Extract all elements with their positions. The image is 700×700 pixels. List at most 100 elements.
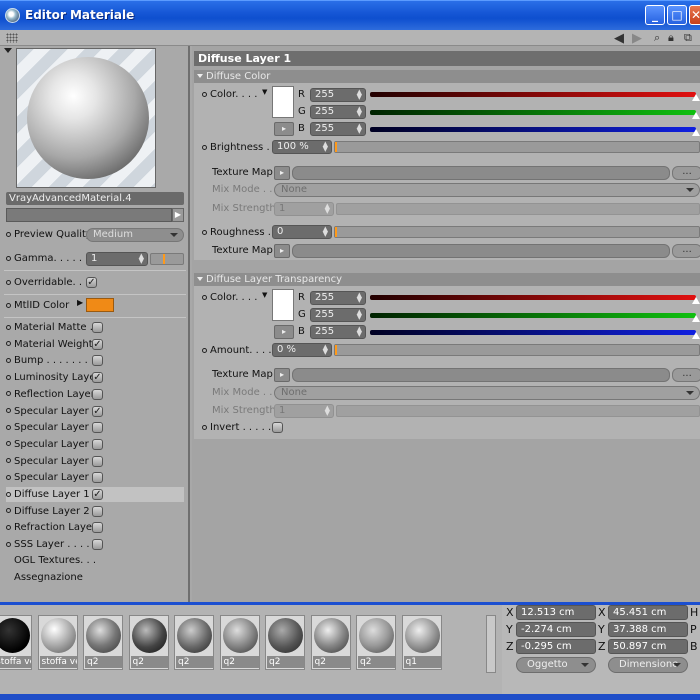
layer-checkbox[interactable] (92, 472, 103, 484)
transparency-color-swatch[interactable] (272, 289, 294, 321)
t-texture-map-browse-button[interactable]: ... (672, 368, 700, 382)
layer-item[interactable]: SSS Layer . . . . . (6, 537, 184, 552)
layer-item[interactable]: Specular Layer 1 ✓ (6, 404, 184, 419)
t-r-color-slider[interactable] (370, 295, 696, 300)
g-color-slider[interactable] (370, 110, 696, 115)
material-thumbnail[interactable]: stoffa ve (0, 615, 32, 670)
texture-map-2-browse-button[interactable]: ... (672, 244, 700, 258)
x-position-field[interactable]: 12.513 cm (516, 605, 596, 620)
layer-checkbox[interactable] (92, 438, 103, 450)
t-mix-strength-slider[interactable] (336, 405, 700, 417)
texture-map-arrow-button[interactable]: ▸ (274, 166, 290, 180)
layer-item[interactable]: Diffuse Layer 1 ✓ (6, 487, 184, 502)
layer-item[interactable]: Material Matte . . (6, 320, 184, 335)
material-name[interactable]: VrayAdvancedMaterial.4 (6, 192, 184, 205)
layer-item[interactable]: Diffuse Layer 2 (6, 504, 184, 519)
t-mix-strength-field[interactable]: 1 ▲ ▼ (274, 404, 334, 418)
z-position-field[interactable]: -0.295 cm (516, 639, 596, 654)
t-color-picker-button[interactable]: ▸ (274, 325, 294, 339)
diffuse-color-group-title[interactable]: Diffuse Color (194, 70, 700, 83)
t-b-slider-handle[interactable] (692, 332, 700, 339)
amount-slider[interactable] (334, 344, 700, 356)
color-menu-arrow-icon[interactable]: ▼ (262, 88, 267, 96)
r-slider-handle[interactable] (692, 94, 700, 101)
search-icon[interactable]: ⌕ (654, 31, 660, 45)
t-r-slider-handle[interactable] (692, 297, 700, 304)
mtlid-color-swatch[interactable] (86, 298, 114, 312)
t-g-slider-handle[interactable] (692, 315, 700, 322)
b-slider-handle[interactable] (692, 129, 700, 136)
t-mix-mode-dropdown[interactable]: None (274, 386, 700, 400)
roughness-field[interactable]: 0 ▲ ▼ (272, 225, 332, 239)
color-picker-button[interactable]: ▸ (274, 122, 294, 136)
mix-strength-field[interactable]: 1 ▲ ▼ (274, 202, 334, 216)
y-size-field[interactable]: 37.388 cm (608, 622, 688, 637)
t-b-color-slider[interactable] (370, 330, 696, 335)
r-color-slider[interactable] (370, 92, 696, 97)
layer-checkbox[interactable]: ✓ (92, 405, 103, 417)
b-color-slider[interactable] (370, 127, 696, 132)
t-r-field[interactable]: 255 ▲ ▼ (310, 291, 366, 305)
maximize-button[interactable]: □ (667, 5, 687, 25)
t-b-field[interactable]: 255 ▲ ▼ (310, 325, 366, 339)
layer-item[interactable]: Material Weight ✓ (6, 337, 184, 352)
browser-scrollbar[interactable] (486, 615, 496, 673)
new-window-icon[interactable]: ⧉ (684, 31, 692, 45)
material-thumbnail[interactable]: q2 (174, 615, 214, 670)
layer-checkbox[interactable]: ✓ (92, 372, 103, 384)
forward-arrow-icon[interactable]: ▶ (632, 31, 642, 46)
brightness-slider[interactable] (334, 141, 700, 153)
brightness-field[interactable]: 100 % ▲ ▼ (272, 140, 332, 154)
x-size-field[interactable]: 45.451 cm (608, 605, 688, 620)
layer-item[interactable]: Bump . . . . . . . . (6, 353, 184, 368)
layer-item[interactable]: Specular Layer 4 (6, 454, 184, 469)
material-bar-arrow-icon[interactable]: ▶ (172, 208, 184, 222)
t-texture-map-arrow-button[interactable]: ▸ (274, 368, 290, 382)
material-thumbnail[interactable]: q2 (128, 615, 169, 670)
t-g-field[interactable]: 255 ▲ ▼ (310, 308, 366, 322)
preview-quality-dropdown[interactable]: Medium (86, 228, 184, 242)
layer-checkbox[interactable]: ✓ (92, 489, 103, 500)
assegnazione-item[interactable]: Assegnazione (6, 571, 83, 585)
layer-checkbox[interactable] (92, 539, 103, 551)
layer-checkbox[interactable] (92, 322, 103, 333)
layer-checkbox[interactable] (92, 522, 103, 534)
minimize-button[interactable]: _ (645, 5, 665, 25)
ogl-textures-item[interactable]: OGL Textures. . . (6, 554, 96, 568)
layer-checkbox[interactable] (92, 422, 103, 434)
g-slider-handle[interactable] (692, 112, 700, 119)
coordinate-mode-dropdown[interactable]: Oggetto (516, 657, 596, 673)
b-field[interactable]: 255 ▲ ▼ (310, 122, 366, 136)
material-thumbnail[interactable]: q2 (310, 615, 351, 670)
invert-checkbox[interactable] (272, 422, 283, 433)
amount-field[interactable]: 0 % ▲ ▼ (272, 343, 332, 357)
t-g-color-slider[interactable] (370, 313, 696, 318)
layer-item[interactable]: Specular Layer 5 (6, 470, 184, 485)
t-texture-map-field[interactable] (292, 368, 670, 382)
texture-map-2-field[interactable] (292, 244, 670, 258)
material-preview[interactable] (16, 48, 156, 188)
texture-map-browse-button[interactable]: ... (672, 166, 700, 180)
r-field[interactable]: 255 ▲ ▼ (310, 88, 366, 102)
gamma-field[interactable]: 1 ▲ ▼ (86, 252, 148, 266)
size-mode-dropdown[interactable]: Dimensione (608, 657, 688, 673)
material-thumbnail[interactable]: q2 (265, 615, 305, 670)
close-button[interactable]: ✕ (689, 5, 700, 25)
texture-map-field[interactable] (292, 166, 670, 180)
layer-item[interactable]: Reflection Layer (6, 387, 184, 402)
layer-item[interactable]: Specular Layer 2 (6, 420, 184, 435)
layer-item[interactable]: Luminosity Layer ✓ (6, 370, 184, 385)
z-size-field[interactable]: 50.897 cm (608, 639, 688, 654)
layer-checkbox[interactable] (92, 355, 103, 367)
layer-item[interactable]: Specular Layer 3 (6, 437, 184, 452)
material-thumbnail[interactable]: q2 (219, 615, 260, 670)
mix-mode-dropdown[interactable]: None (274, 183, 700, 197)
layer-checkbox[interactable]: ✓ (92, 338, 103, 350)
y-position-field[interactable]: -2.274 cm (516, 622, 596, 637)
transparency-group-title[interactable]: Diffuse Layer Transparency (194, 273, 700, 286)
mtlid-arrow-icon[interactable]: ▶ (77, 298, 83, 307)
overridable-checkbox[interactable]: ✓ (86, 277, 97, 288)
gamma-slider[interactable] (150, 253, 184, 265)
preview-menu-arrow-icon[interactable] (4, 48, 12, 53)
layer-checkbox[interactable] (92, 505, 103, 517)
